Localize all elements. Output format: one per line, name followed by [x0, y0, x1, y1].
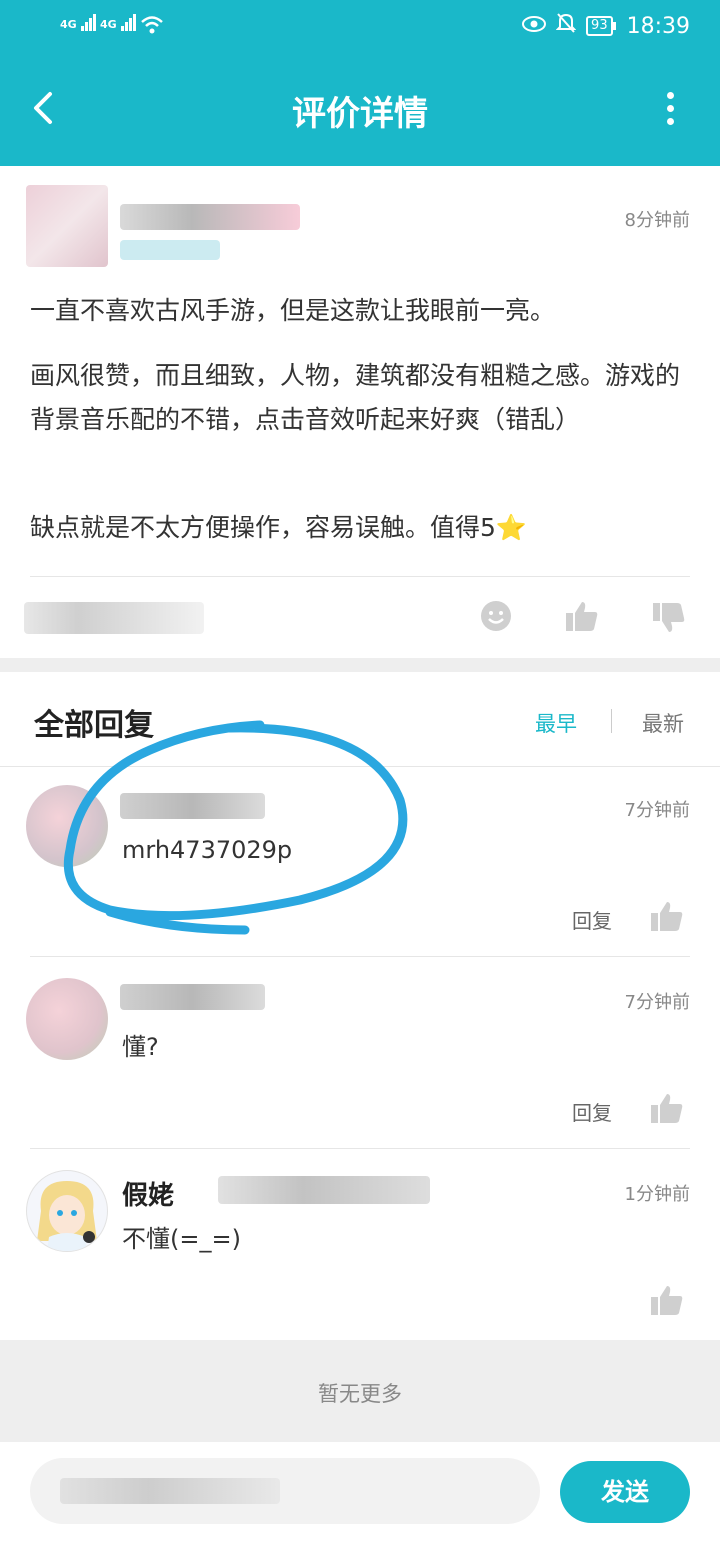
- avatar[interactable]: [26, 978, 108, 1060]
- status-bar: 4G 4G 93 18:39: [0, 0, 720, 52]
- reply-input[interactable]: [30, 1458, 540, 1524]
- reviewer-rating-blurred: [120, 240, 220, 260]
- reply-text: 不懂(=_=): [122, 1225, 241, 1253]
- section-gap: [0, 658, 720, 672]
- reply-time: 7分钟前: [624, 800, 690, 821]
- review-paragraph: 一直不喜欢古风手游，但是这款让我眼前一亮。: [30, 296, 556, 325]
- mute-bell-icon: [555, 12, 577, 40]
- review-paragraph: 画风很赞，而且细致，人物，建筑都没有粗糙之感。游戏的背景音乐配的不错，点击音效听…: [30, 361, 681, 434]
- sim1-label: 4G: [60, 18, 77, 31]
- thumbs-down-icon[interactable]: [652, 602, 686, 638]
- avatar[interactable]: [26, 1170, 108, 1252]
- divider: [30, 1148, 690, 1149]
- input-placeholder-blurred: [60, 1478, 280, 1504]
- sim2-signal-icon: 4G: [100, 14, 137, 31]
- sim2-label: 4G: [100, 18, 117, 31]
- battery-level: 93: [591, 18, 608, 33]
- sim1-signal-icon: 4G: [60, 14, 97, 31]
- reviewer-avatar[interactable]: [26, 185, 108, 267]
- avatar[interactable]: [26, 785, 108, 867]
- review-paragraph: 缺点就是不太方便操作，容易误触。值得5⭐: [30, 513, 528, 542]
- page-title: 评价详情: [292, 94, 428, 134]
- reply-button[interactable]: 回复: [572, 1097, 612, 1126]
- replies-title: 全部回复: [34, 708, 154, 743]
- reply-text: mrh4737029p: [122, 836, 293, 864]
- review-time: 8分钟前: [624, 210, 690, 231]
- thumbs-up-icon[interactable]: [565, 600, 599, 636]
- thumbs-up-icon[interactable]: [650, 900, 684, 936]
- wifi-icon: [140, 14, 164, 40]
- eye-icon: [522, 14, 547, 39]
- reply-text: 懂?: [122, 1033, 159, 1061]
- more-vertical-icon[interactable]: [664, 92, 676, 126]
- clock: 18:39: [626, 13, 690, 39]
- thumbs-up-icon[interactable]: [650, 1092, 684, 1128]
- device-info-blurred: [24, 602, 204, 634]
- reviewer-name-blurred: [120, 204, 300, 230]
- divider: [30, 576, 690, 577]
- battery-icon: 93: [586, 16, 616, 36]
- emoji-icon[interactable]: [480, 600, 512, 636]
- divider: [0, 766, 720, 767]
- reply-time: 7分钟前: [624, 992, 690, 1013]
- app-bar: 评价详情: [0, 52, 720, 166]
- divider: [30, 956, 690, 957]
- reply-button[interactable]: 回复: [572, 905, 612, 934]
- username[interactable]: 假姥: [122, 1175, 174, 1212]
- annotation-circle: [63, 720, 408, 935]
- reply-time: 1分钟前: [624, 1184, 690, 1205]
- sort-separator: [611, 709, 612, 733]
- anime-avatar-icon: [37, 1181, 97, 1251]
- username-blurred: [120, 984, 265, 1010]
- no-more-label: 暂无更多: [318, 1382, 402, 1406]
- thumbs-up-icon[interactable]: [650, 1284, 684, 1320]
- sort-latest-tab[interactable]: 最新: [642, 708, 684, 738]
- sort-earliest-tab[interactable]: 最早: [535, 708, 577, 738]
- username-blurred: [120, 793, 265, 819]
- send-button[interactable]: 发送: [560, 1461, 690, 1523]
- username-blurred: [218, 1176, 430, 1204]
